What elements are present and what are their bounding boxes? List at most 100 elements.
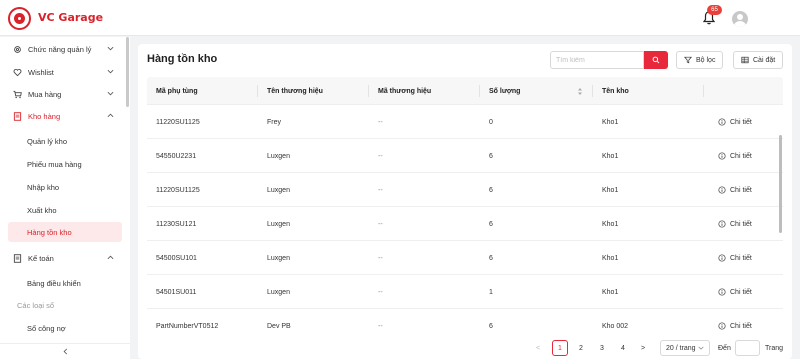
search-button[interactable] bbox=[644, 51, 668, 69]
cart-icon bbox=[12, 89, 22, 99]
cell-part-code: 54550U2231 bbox=[156, 152, 197, 160]
cell-warehouse-name: Kho1 bbox=[602, 118, 619, 126]
column-warehouse-name[interactable]: Tên kho bbox=[602, 77, 629, 105]
sidebar-item-label: Kho hàng bbox=[28, 111, 61, 121]
sidebar-sub-purchase-order[interactable]: Phiếu mua hàng bbox=[8, 154, 122, 174]
column-divider bbox=[368, 85, 369, 97]
brand-name[interactable]: VC Garage bbox=[38, 11, 103, 24]
sidebar-sub-inventory[interactable]: Hàng tồn kho bbox=[8, 222, 122, 242]
cell-brand-code: -- bbox=[378, 152, 383, 160]
heart-icon bbox=[12, 67, 22, 77]
info-icon bbox=[718, 152, 726, 160]
detail-link[interactable]: Chi tiết bbox=[718, 288, 752, 296]
info-icon bbox=[718, 220, 726, 228]
detail-link[interactable]: Chi tiết bbox=[718, 152, 752, 160]
sidebar-item-wishlist[interactable]: Wishlist bbox=[8, 62, 122, 82]
table-body: 11220SU1125 Frey -- 0 Kho1 Chi tiết 54550U2231… bbox=[147, 105, 783, 334]
search-input[interactable] bbox=[550, 51, 644, 69]
detail-link[interactable]: Chi tiết bbox=[718, 254, 752, 262]
info-icon bbox=[718, 118, 726, 126]
cell-brand-name: Luxgen bbox=[267, 152, 290, 160]
detail-cell: Chi tiết bbox=[718, 173, 752, 207]
table-scrollbar[interactable] bbox=[779, 135, 782, 233]
sidebar-sub-dashboard[interactable]: Bảng điều khiển bbox=[8, 273, 122, 293]
column-brand-name[interactable]: Tên thương hiệu bbox=[267, 77, 323, 105]
page-button[interactable]: 1 bbox=[552, 340, 568, 356]
table-row: 11220SU1125 Luxgen -- 6 Kho1 Chi tiết bbox=[147, 173, 783, 207]
avatar[interactable] bbox=[732, 11, 748, 27]
cell-part-code: 54501SU011 bbox=[156, 288, 197, 296]
chevron-down-icon bbox=[698, 346, 704, 350]
cell-brand-name: Luxgen bbox=[267, 186, 290, 194]
gear-icon bbox=[12, 44, 22, 54]
info-icon bbox=[718, 322, 726, 330]
sidebar-item-purchase[interactable]: Mua hàng bbox=[8, 84, 122, 104]
sidebar-item-accounting[interactable]: Kế toán bbox=[8, 248, 122, 268]
inventory-card: Hàng tồn kho Bộ lọc Cài đặt Mã phụ tùng … bbox=[138, 44, 792, 359]
sidebar-sub-stock-out[interactable]: Xuất kho bbox=[8, 200, 122, 220]
cell-part-code: 11220SU1125 bbox=[156, 186, 200, 194]
table-row: 11220SU1125 Frey -- 0 Kho1 Chi tiết bbox=[147, 105, 783, 139]
column-brand-code[interactable]: Mã thương hiệu bbox=[378, 77, 431, 105]
page-size-value: 20 / trang bbox=[666, 344, 696, 352]
collapse-sidebar-button[interactable] bbox=[0, 343, 130, 359]
search-icon bbox=[652, 56, 660, 64]
next-page-button[interactable]: > bbox=[636, 340, 650, 356]
chevron-up-icon bbox=[107, 255, 114, 260]
settings-button[interactable]: Cài đặt bbox=[733, 51, 784, 69]
page-button[interactable]: 4 bbox=[615, 340, 631, 356]
detail-cell: Chi tiết bbox=[718, 207, 752, 241]
prev-page-button[interactable]: < bbox=[531, 340, 545, 356]
book-icon bbox=[12, 253, 22, 263]
cell-brand-name: Frey bbox=[267, 118, 281, 126]
cell-quantity: 0 bbox=[489, 118, 493, 126]
sidebar-sub-debt-ledger[interactable]: Sổ công nợ bbox=[8, 318, 122, 338]
sidebar-item-management[interactable]: Chức năng quản lý bbox=[8, 39, 122, 59]
cell-quantity: 6 bbox=[489, 186, 493, 194]
column-divider bbox=[479, 85, 480, 97]
cell-quantity: 6 bbox=[489, 220, 493, 228]
table-settings-icon bbox=[741, 56, 749, 64]
goto-page-input[interactable] bbox=[735, 340, 760, 356]
detail-label: Chi tiết bbox=[730, 118, 752, 126]
info-icon bbox=[718, 186, 726, 194]
chevron-down-icon bbox=[107, 46, 114, 51]
logo-icon[interactable] bbox=[8, 7, 31, 30]
cell-quantity: 6 bbox=[489, 152, 493, 160]
detail-link[interactable]: Chi tiết bbox=[718, 220, 752, 228]
sidebar-item-warehouse[interactable]: Kho hàng bbox=[8, 106, 122, 126]
cell-warehouse-name: Kho1 bbox=[602, 152, 619, 160]
page-button[interactable]: 3 bbox=[594, 340, 610, 356]
sort-icon[interactable] bbox=[577, 87, 583, 96]
sidebar-scrollbar[interactable] bbox=[126, 37, 129, 107]
sidebar-item-label: Wishlist bbox=[28, 67, 54, 77]
page-button[interactable]: 2 bbox=[573, 340, 589, 356]
sidebar-sub-warehouse-management[interactable]: Quản lý kho bbox=[8, 131, 122, 151]
cell-quantity: 1 bbox=[489, 288, 493, 296]
cell-brand-code: -- bbox=[378, 186, 383, 194]
goto-label: Đến bbox=[718, 344, 731, 352]
detail-cell: Chi tiết bbox=[718, 309, 752, 334]
chevron-up-icon bbox=[107, 113, 114, 118]
filter-label: Bộ lọc bbox=[696, 56, 716, 64]
info-icon bbox=[718, 288, 726, 296]
filter-button[interactable]: Bộ lọc bbox=[676, 51, 724, 69]
detail-link[interactable]: Chi tiết bbox=[718, 186, 752, 194]
detail-cell: Chi tiết bbox=[718, 241, 752, 275]
column-part-code[interactable]: Mã phụ tùng bbox=[156, 77, 198, 105]
top-bar: VC Garage 65 bbox=[0, 0, 800, 36]
sidebar-item-label: Chức năng quản lý bbox=[28, 44, 92, 54]
column-quantity[interactable]: Số lượng bbox=[489, 77, 520, 105]
sidebar-sub-stock-in[interactable]: Nhập kho bbox=[8, 177, 122, 197]
detail-link[interactable]: Chi tiết bbox=[718, 118, 752, 126]
detail-link[interactable]: Chi tiết bbox=[718, 322, 752, 330]
cell-warehouse-name: Kho1 bbox=[602, 220, 619, 228]
page-size-select[interactable]: 20 / trang bbox=[660, 340, 710, 356]
column-divider bbox=[592, 85, 593, 97]
cell-warehouse-name: Kho1 bbox=[602, 254, 619, 262]
table-row: 54501SU011 Luxgen -- 1 Kho1 Chi tiết bbox=[147, 275, 783, 309]
column-divider bbox=[257, 85, 258, 97]
info-icon bbox=[718, 254, 726, 262]
column-divider bbox=[703, 85, 704, 97]
cell-warehouse-name: Kho1 bbox=[602, 288, 619, 296]
